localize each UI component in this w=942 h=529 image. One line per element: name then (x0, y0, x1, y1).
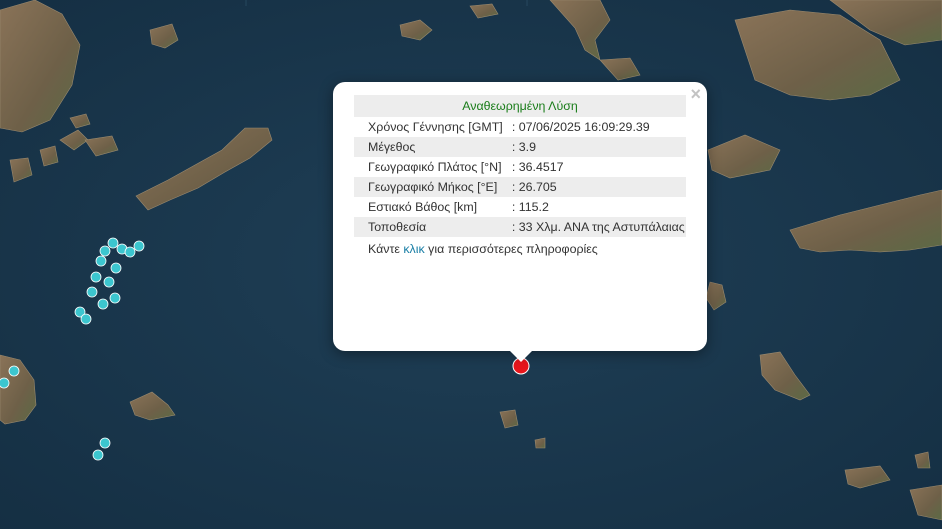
event-marker[interactable] (124, 246, 136, 258)
event-marker[interactable] (99, 437, 111, 449)
event-marker[interactable] (103, 276, 115, 288)
event-marker[interactable] (8, 365, 20, 377)
table-row: Χρόνος Γέννησης [GMT] : 07/06/2025 16:09… (354, 117, 686, 137)
event-marker[interactable] (95, 255, 107, 267)
table-row: Κάντε κλικ για περισσότερες πληροφορίες (354, 237, 686, 259)
row-label-latitude: Γεωγραφικό Πλάτος [°N] (368, 160, 502, 174)
event-marker[interactable] (99, 245, 111, 257)
island-small-se (914, 451, 931, 469)
table-row: Μέγεθος : 3.9 (354, 137, 686, 157)
island-small-s2 (534, 437, 546, 449)
more-info-link[interactable]: κλικ (403, 242, 424, 256)
close-icon[interactable]: × (690, 84, 701, 104)
row-value-location: : 33 Χλμ. ΑΝΑ της Αστυπάλαιας (509, 217, 686, 237)
event-marker[interactable] (0, 377, 10, 389)
table-row: Γεωγραφικό Μήκος [°E] : 26.705 (354, 177, 686, 197)
event-details-table: Αναθεωρημένη Λύση Χρόνος Γέννησης [GMT] … (354, 95, 686, 259)
event-marker[interactable] (109, 292, 121, 304)
row-value-depth: : 115.2 (511, 200, 549, 214)
row-label-longitude: Γεωγραφικό Μήκος [°E] (354, 177, 510, 197)
event-marker[interactable] (92, 449, 104, 461)
table-row: Αναθεωρημένη Λύση (354, 95, 686, 117)
event-popup: × Αναθεωρημένη Λύση Χρόνος Γέννησης [GMT… (333, 82, 707, 351)
event-marker[interactable] (107, 237, 119, 249)
event-marker[interactable] (110, 262, 122, 274)
row-label-location: Τοποθεσία (354, 217, 510, 237)
event-marker[interactable] (80, 313, 92, 325)
table-row: Τοποθεσία : 33 Χλμ. ΑΝΑ της Αστυπάλαιας (354, 217, 686, 237)
more-info-prefix: Κάντε (368, 242, 400, 256)
event-marker[interactable] (133, 240, 145, 252)
popup-tip (509, 350, 533, 362)
event-marker[interactable] (90, 271, 102, 283)
more-info-suffix: για περισσότερες πληροφορίες (428, 242, 598, 256)
row-value-magnitude: : 3.9 (509, 137, 686, 157)
row-value-origin-time: : 07/06/2025 16:09:29.39 (511, 120, 650, 134)
event-marker[interactable] (97, 298, 109, 310)
row-value-longitude: : 26.705 (509, 177, 686, 197)
table-row: Εστιακό Βάθος [km] : 115.2 (354, 197, 686, 217)
row-value-latitude: : 36.4517 (511, 160, 564, 174)
popup-title: Αναθεωρημένη Λύση (354, 95, 686, 117)
row-label-depth: Εστιακό Βάθος [km] (368, 200, 478, 214)
more-info-text: Κάντε κλικ για περισσότερες πληροφορίες (354, 237, 686, 259)
event-marker[interactable] (86, 286, 98, 298)
table-row: Γεωγραφικό Πλάτος [°N] : 36.4517 (354, 157, 686, 177)
row-label-origin-time: Χρόνος Γέννησης [GMT] (368, 120, 503, 134)
row-label-magnitude: Μέγεθος (354, 137, 510, 157)
